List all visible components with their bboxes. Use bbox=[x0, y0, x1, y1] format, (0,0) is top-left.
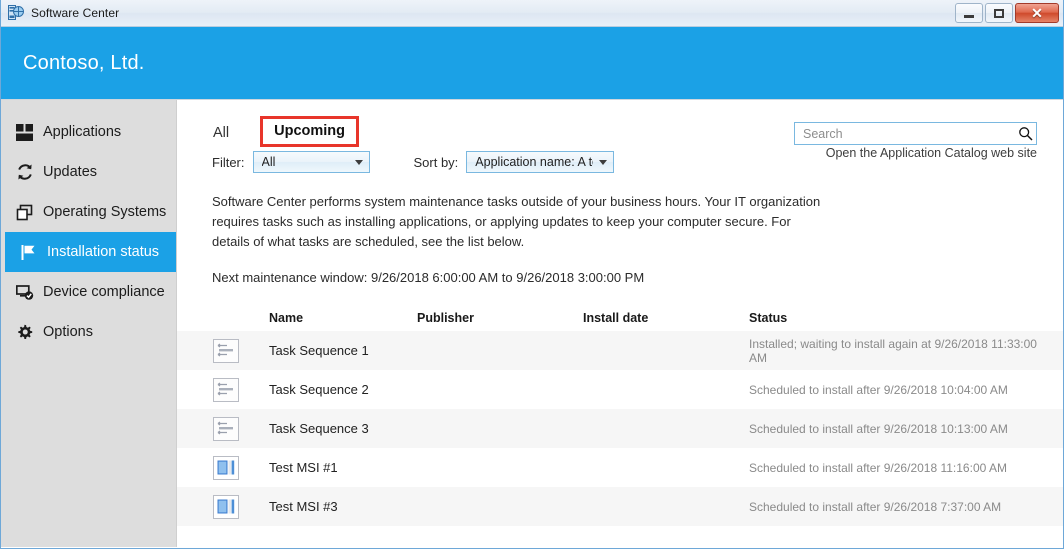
sidebar-navigation: Applications Updates Operating Systems I… bbox=[1, 100, 177, 547]
chevron-down-icon bbox=[354, 159, 363, 165]
gear-icon bbox=[15, 323, 34, 342]
sort-dropdown[interactable]: Application name: A to Z bbox=[466, 151, 615, 173]
search-icon[interactable] bbox=[1014, 126, 1036, 141]
sort-value: Application name: A to Z bbox=[475, 155, 593, 169]
sidebar-item-label: Updates bbox=[43, 164, 98, 180]
table-row[interactable]: Test MSI #1 Scheduled to install after 9… bbox=[177, 448, 1063, 487]
maintenance-description: Software Center performs system maintena… bbox=[212, 194, 821, 249]
organization-name: Contoso, Ltd. bbox=[23, 51, 145, 74]
search-box[interactable] bbox=[794, 122, 1037, 145]
applications-icon bbox=[15, 123, 34, 142]
task-sequence-icon bbox=[177, 416, 269, 441]
row-status: Scheduled to install after 9/26/2018 10:… bbox=[749, 382, 1008, 397]
maximize-icon bbox=[994, 8, 1004, 18]
sidebar-item-label: Installation status bbox=[47, 244, 160, 260]
search-input[interactable] bbox=[795, 123, 1014, 144]
upcoming-tab-highlight: Upcoming bbox=[260, 115, 360, 147]
row-name: Task Sequence 3 bbox=[269, 421, 369, 436]
chevron-down-icon bbox=[599, 159, 608, 165]
column-header-status: Status bbox=[749, 311, 788, 325]
filter-value: All bbox=[261, 155, 276, 169]
sidebar-item-label: Operating Systems bbox=[43, 204, 167, 220]
row-name: Task Sequence 2 bbox=[269, 382, 369, 397]
row-name: Test MSI #1 bbox=[269, 460, 338, 475]
flag-icon bbox=[19, 243, 38, 262]
maximize-button[interactable] bbox=[985, 3, 1013, 23]
window-title: Software Center bbox=[31, 6, 120, 20]
sidebar-item-installation-status[interactable]: Installation status bbox=[5, 232, 176, 272]
row-status: Scheduled to install after 9/26/2018 10:… bbox=[749, 421, 1008, 436]
table-header-row: Name Publisher Install date Status bbox=[177, 305, 1063, 331]
column-header-name: Name bbox=[269, 311, 304, 325]
row-status: Scheduled to install after 9/26/2018 7:3… bbox=[749, 499, 1002, 514]
device-compliance-icon bbox=[15, 283, 34, 302]
sidebar-item-updates[interactable]: Updates bbox=[1, 152, 176, 192]
sidebar-item-label: Applications bbox=[43, 124, 122, 140]
task-sequence-icon bbox=[177, 377, 269, 402]
close-button[interactable]: ✕ bbox=[1015, 3, 1059, 23]
task-sequence-icon bbox=[177, 338, 269, 363]
operating-systems-icon bbox=[15, 203, 34, 222]
sidebar-item-label: Options bbox=[43, 324, 93, 340]
filter-dropdown[interactable]: All bbox=[252, 151, 370, 173]
tab-upcoming[interactable]: Upcoming bbox=[273, 121, 346, 141]
msi-package-icon bbox=[177, 494, 269, 519]
sidebar-item-applications[interactable]: Applications bbox=[1, 112, 176, 152]
minimize-button[interactable] bbox=[955, 3, 983, 23]
next-maintenance-window: Next maintenance window: 9/26/2018 6:00:… bbox=[212, 270, 645, 285]
table-row[interactable]: Test MSI #3 Scheduled to install after 9… bbox=[177, 487, 1063, 526]
row-name: Task Sequence 1 bbox=[269, 343, 369, 358]
application-catalog-link[interactable]: Open the Application Catalog web site bbox=[826, 146, 1037, 160]
sidebar-item-device-compliance[interactable]: Device compliance bbox=[1, 272, 176, 312]
updates-refresh-icon bbox=[15, 163, 34, 182]
sort-group: Sort by: Application name: A to Z bbox=[414, 151, 615, 173]
sidebar-item-label: Device compliance bbox=[43, 284, 165, 300]
sidebar-item-operating-systems[interactable]: Operating Systems bbox=[1, 192, 176, 232]
filter-bar: Filter: All Sort by: Application name: A… bbox=[177, 146, 1063, 178]
row-name: Test MSI #3 bbox=[269, 499, 338, 514]
sort-label: Sort by: bbox=[413, 154, 459, 170]
software-center-window: Software Center ✕ Contoso, Ltd. Applicat… bbox=[0, 0, 1064, 549]
table-row[interactable]: Task Sequence 1 Installed; waiting to in… bbox=[177, 331, 1063, 370]
minimize-icon bbox=[964, 14, 974, 18]
installation-status-table: Name Publisher Install date Status Task … bbox=[177, 305, 1063, 526]
window-controls: ✕ bbox=[955, 3, 1059, 23]
software-center-icon bbox=[8, 5, 24, 21]
close-icon: ✕ bbox=[1031, 5, 1043, 21]
title-bar: Software Center ✕ bbox=[1, 0, 1063, 27]
table-row[interactable]: Task Sequence 2 Scheduled to install aft… bbox=[177, 370, 1063, 409]
filter-label: Filter: bbox=[212, 154, 245, 170]
window-body: Applications Updates Operating Systems I… bbox=[1, 99, 1063, 547]
row-status: Scheduled to install after 9/26/2018 11:… bbox=[749, 460, 1007, 475]
column-header-publisher: Publisher bbox=[417, 311, 474, 325]
table-row[interactable]: Task Sequence 3 Scheduled to install aft… bbox=[177, 409, 1063, 448]
msi-package-icon bbox=[177, 455, 269, 480]
sidebar-item-options[interactable]: Options bbox=[1, 312, 176, 352]
content-pane: All Upcoming Filter: All bbox=[177, 100, 1063, 547]
column-header-install-date: Install date bbox=[583, 311, 649, 325]
organization-banner: Contoso, Ltd. bbox=[1, 27, 1063, 99]
tab-all[interactable]: All bbox=[212, 123, 230, 143]
row-status: Installed; waiting to install again at 9… bbox=[749, 336, 1037, 365]
